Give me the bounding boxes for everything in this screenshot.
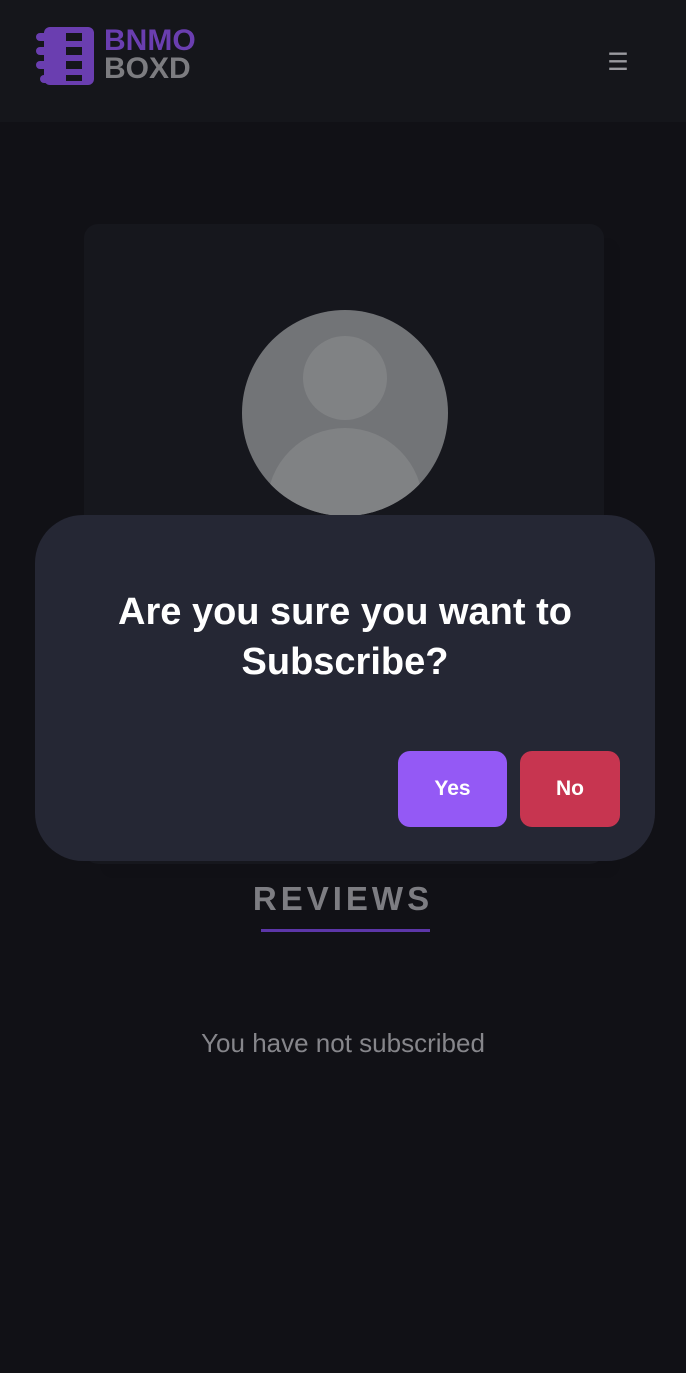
avatar-head-shape xyxy=(303,336,387,420)
avatar-body-shape xyxy=(267,428,423,516)
logo-mark-icon xyxy=(36,27,94,85)
logo-wordmark: BNMO BOXD xyxy=(104,24,196,85)
logo-line-2: BOXD xyxy=(104,52,191,85)
logo-line-1: BNMO xyxy=(104,24,196,57)
no-button[interactable]: No xyxy=(520,751,620,827)
logo[interactable]: BNMO BOXD xyxy=(36,25,216,89)
hamburger-menu-icon[interactable]: ☰ xyxy=(604,48,632,76)
dialog-title: Are you sure you want to Subscribe? xyxy=(118,591,572,683)
subscribe-confirm-dialog: Are you sure you want to Subscribe? Yes … xyxy=(35,515,655,861)
empty-state-message: You have not subscribed xyxy=(201,1028,485,1058)
reviews-heading: REVIEWS xyxy=(252,880,434,917)
yes-button[interactable]: Yes xyxy=(398,751,507,827)
page: BNMO BOXD ☰ Are you sure you want to Sub… xyxy=(0,0,686,1373)
reviews-underline xyxy=(261,929,430,932)
top-navbar: BNMO BOXD ☰ xyxy=(0,0,686,122)
avatar xyxy=(242,310,448,516)
